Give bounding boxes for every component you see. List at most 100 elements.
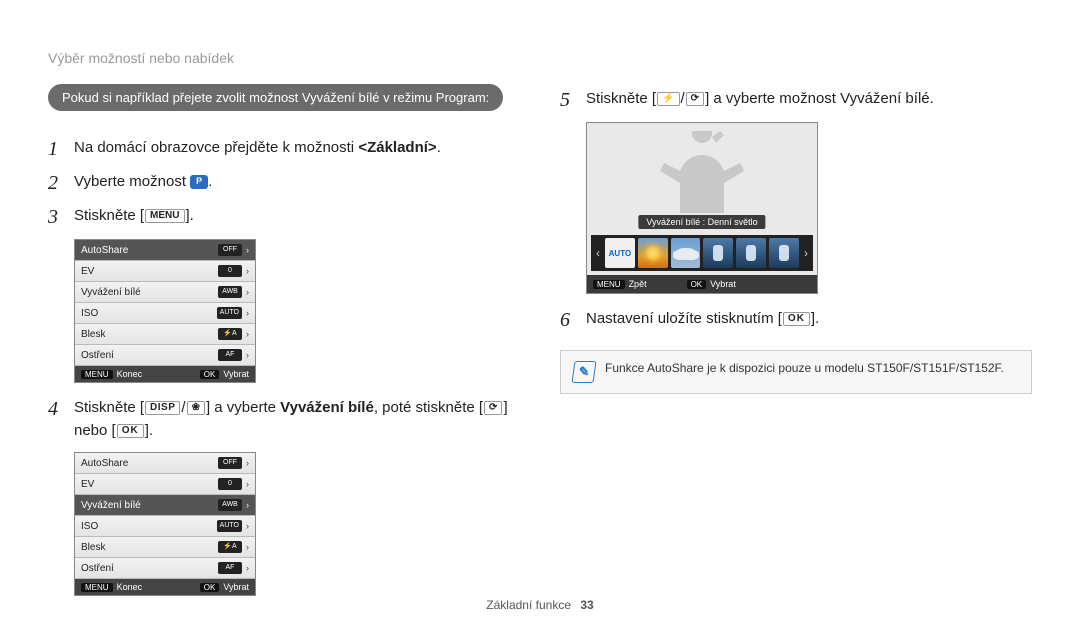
footer-section: Základní funkce (486, 598, 571, 612)
preview-footer: MENUZpět OKVybrat (587, 275, 817, 293)
value-icon: AUTO (217, 520, 242, 532)
step-number: 2 (48, 171, 74, 195)
chevron-left-icon: ‹ (594, 246, 602, 260)
menu-label: AutoShare (81, 245, 128, 256)
menu-label: AutoShare (81, 458, 128, 469)
footer-right-label: Vybrat (223, 369, 249, 379)
slash: / (181, 399, 185, 416)
timer-button-icon: ⟳ (484, 401, 502, 415)
chevron-right-icon: › (246, 287, 249, 297)
wb-current-label: Vyvážení bílé : Denní světlo (638, 215, 765, 229)
icon-glyph: P (196, 175, 202, 189)
menu-row-ev: EV 0› (75, 261, 255, 282)
menu-label: ISO (81, 521, 98, 532)
note-text: Funkce AutoShare je k dispozici pouze u … (605, 361, 1004, 375)
step-number: 6 (560, 308, 586, 332)
disp-button-icon: DISP (145, 401, 180, 415)
menu-row-autoshare: AutoShare OFF › (75, 240, 255, 261)
footer-left-label: Zpět (629, 279, 647, 289)
step-3: 3 Stiskněte [MENU]. (48, 205, 520, 229)
chevron-right-icon: › (246, 542, 249, 552)
step-bold: Vyvážení bílé (280, 399, 374, 416)
step-text-post: ]. (186, 207, 194, 224)
note-icon: ✎ (571, 361, 596, 383)
step-body: Stiskněte [⚡/⟳] a vyberte možnost Vyváže… (586, 88, 934, 111)
step-text-post3: ]. (145, 422, 153, 439)
menu-row-wb-selected: Vyvážení bílé AWB› (75, 495, 255, 516)
step-text-post1: , poté stiskněte [ (374, 399, 483, 416)
page-title: Výběr možností nebo nabídek (48, 50, 1032, 66)
chevron-right-icon: › (246, 350, 249, 360)
flower-button-icon: ❀ (187, 401, 205, 415)
two-column-layout: Pokud si například přejete zvolit možnos… (48, 84, 1032, 610)
chevron-right-icon: › (802, 246, 810, 260)
chevron-right-icon: › (246, 563, 249, 573)
step-bold: <Základní> (358, 139, 436, 156)
ok-button-icon: OK (783, 312, 810, 326)
menu-row-flash: Blesk ⚡A › (75, 324, 255, 345)
step-body: Stiskněte [MENU]. (74, 205, 194, 228)
menu-label: Ostření (81, 350, 114, 361)
step-text: Stiskněte [ (74, 399, 144, 416)
left-column: Pokud si například přejete zvolit možnos… (48, 84, 520, 610)
menu-label: Ostření (81, 563, 114, 574)
chevron-right-icon: › (246, 266, 249, 276)
menu-label: Blesk (81, 329, 105, 340)
menu-row-iso: ISO AUTO› (75, 303, 255, 324)
step-body: Vyberte možnost P. (74, 171, 212, 194)
menu-label: Blesk (81, 542, 105, 553)
step-body: Na domácí obrazovce přejděte k možnosti … (74, 137, 441, 160)
right-column: 5 Stiskněte [⚡/⟳] a vyberte možnost Vyvá… (560, 84, 1032, 610)
step-text: Stiskněte [ (74, 207, 144, 224)
footer-ok-pill: OK (200, 370, 220, 379)
value-icon: AF (218, 349, 242, 361)
value-icon: OFF (218, 244, 242, 256)
step-text: Stiskněte [ (586, 90, 656, 107)
preview-silhouette-icon (652, 131, 752, 221)
menu-row-autoshare: AutoShare OFF› (75, 453, 255, 474)
ok-button-icon: OK (117, 424, 144, 438)
chevron-right-icon: › (246, 329, 249, 339)
value-icon: AF (218, 562, 242, 574)
step-1: 1 Na domácí obrazovce přejděte k možnost… (48, 137, 520, 161)
auto-label: AUTO (605, 238, 635, 268)
menu-row-iso: ISO AUTO › (75, 516, 255, 537)
camera-menu-screenshot-1: AutoShare OFF› EV 0› Vyvážení bílé AWB› … (74, 239, 256, 383)
step-2: 2 Vyberte možnost P. (48, 171, 520, 195)
manual-page: Výběr možností nebo nabídek Pokud si nap… (0, 0, 1080, 630)
step-body: Nastavení uložíte stisknutím [OK]. (586, 308, 819, 331)
menu-row-flash: Blesk ⚡A› (75, 537, 255, 558)
menu-label: EV (81, 479, 94, 490)
wb-preview-screenshot: Vyvážení bílé : Denní světlo ‹ AUTO › ME… (586, 122, 818, 294)
step-5: 5 Stiskněte [⚡/⟳] a vyberte možnost Vyvá… (560, 88, 1032, 112)
footer-right-label: Vybrat (223, 582, 249, 592)
step-number: 3 (48, 205, 74, 229)
step-text: Nastavení uložíte stisknutím [ (586, 310, 782, 327)
footer-ok-pill: OK (687, 280, 707, 289)
step-text-post: ] a vyberte možnost Vyvážení bílé. (705, 90, 934, 107)
chevron-right-icon: › (246, 245, 249, 255)
step-number: 4 (48, 397, 74, 421)
menu-row-ev: EV 0› (75, 474, 255, 495)
menu-label: ISO (81, 308, 98, 319)
value-icon: ⚡A (218, 328, 242, 340)
footer-page-number: 33 (580, 598, 593, 612)
value-icon: AWB (218, 499, 242, 511)
slash: / (681, 90, 685, 107)
wb-option-auto: AUTO (605, 238, 635, 268)
chevron-right-icon: › (246, 500, 249, 510)
chevron-right-icon: › (246, 458, 249, 468)
menu-label: EV (81, 266, 94, 277)
menu-row-focus: Ostření AF › (75, 558, 255, 579)
chevron-right-icon: › (246, 521, 249, 531)
menu-footer: MENUKonec OKVybrat (75, 366, 255, 382)
step-4: 4 Stiskněte [DISP/❀] a vyberte Vyvážení … (48, 397, 520, 442)
wb-option-tungsten (769, 238, 799, 268)
camera-menu-screenshot-2: AutoShare OFF› EV 0› Vyvážení bílé AWB› … (74, 452, 256, 596)
footer-ok-pill: OK (200, 583, 220, 592)
page-footer: Základní funkce 33 (0, 598, 1080, 612)
step-number: 1 (48, 137, 74, 161)
footer-left-label: Konec (117, 369, 143, 379)
footer-left-label: Konec (117, 582, 143, 592)
step-text: Na domácí obrazovce přejděte k možnosti (74, 139, 358, 156)
